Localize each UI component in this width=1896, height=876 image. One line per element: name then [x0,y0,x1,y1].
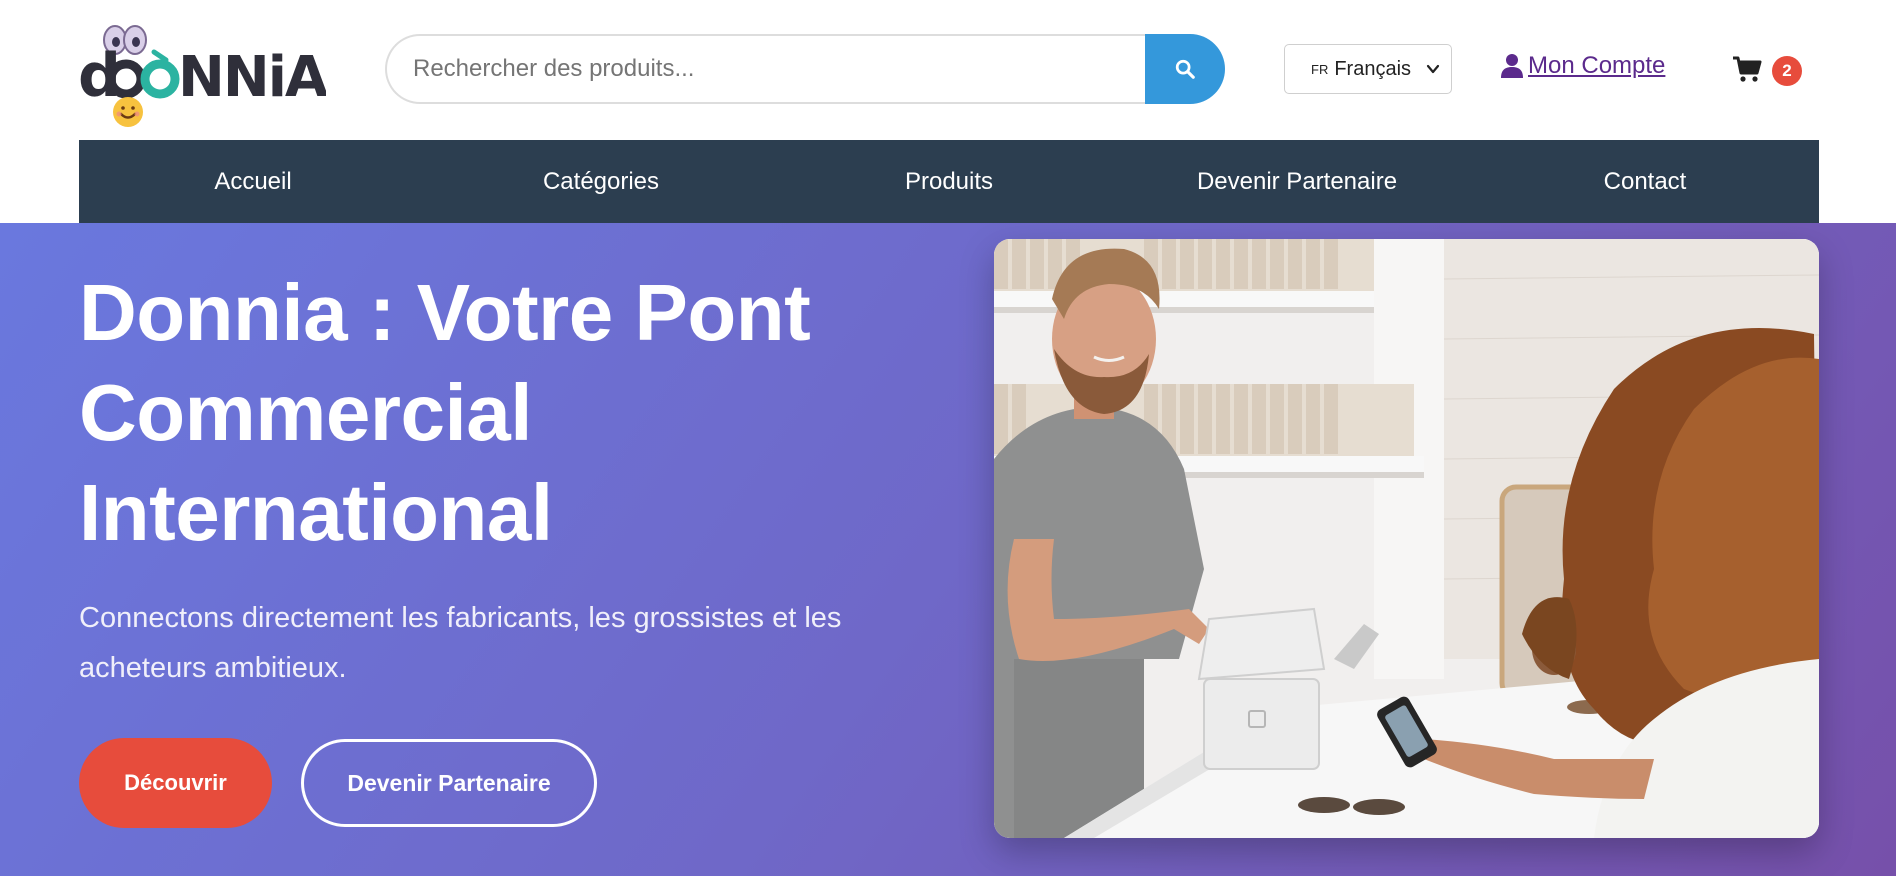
svg-text:NNiA: NNiA [178,45,326,110]
discover-button[interactable]: Découvrir [79,738,272,828]
hero-photo [994,239,1819,838]
account-label: Mon Compte [1528,52,1666,79]
cart-button[interactable]: 2 [1732,54,1802,88]
chevron-down-icon [1426,64,1440,74]
nav-item-categories[interactable]: Catégories [427,140,775,223]
search-bar [385,34,1225,104]
hero-title: Donnia : Votre Pont Commercial Internati… [79,268,811,557]
language-select[interactable]: FR Français [1284,44,1452,94]
user-icon [1501,54,1523,78]
nav-item-produits[interactable]: Produits [775,140,1123,223]
main-nav: Accueil Catégories Produits Devenir Part… [79,140,1819,223]
logo-graphic: d NNiA [78,25,331,127]
account-link[interactable]: Mon Compte [1500,52,1665,80]
site-header: d NNiA FR Français [0,0,1896,140]
cart-icon [1733,56,1762,82]
search-button[interactable] [1145,34,1225,104]
hero-subtitle: Connectons directement les fabricants, l… [79,602,842,684]
language-selected: Français [1334,57,1412,80]
nav-item-accueil[interactable]: Accueil [79,140,427,223]
search-input[interactable] [385,34,1145,104]
search-icon [1175,59,1195,79]
hero-illustration [994,239,1819,838]
nav-item-partenaire[interactable]: Devenir Partenaire [1123,140,1471,223]
nav-item-contact[interactable]: Contact [1471,140,1819,223]
cart-count-badge: 2 [1772,56,1802,86]
brand-logo[interactable]: d NNiA [78,24,331,128]
hero-section: Donnia : Votre Pont Commercial Internati… [0,223,1896,876]
language-flag: FR [1311,61,1329,77]
become-partner-button[interactable]: Devenir Partenaire [301,739,597,827]
